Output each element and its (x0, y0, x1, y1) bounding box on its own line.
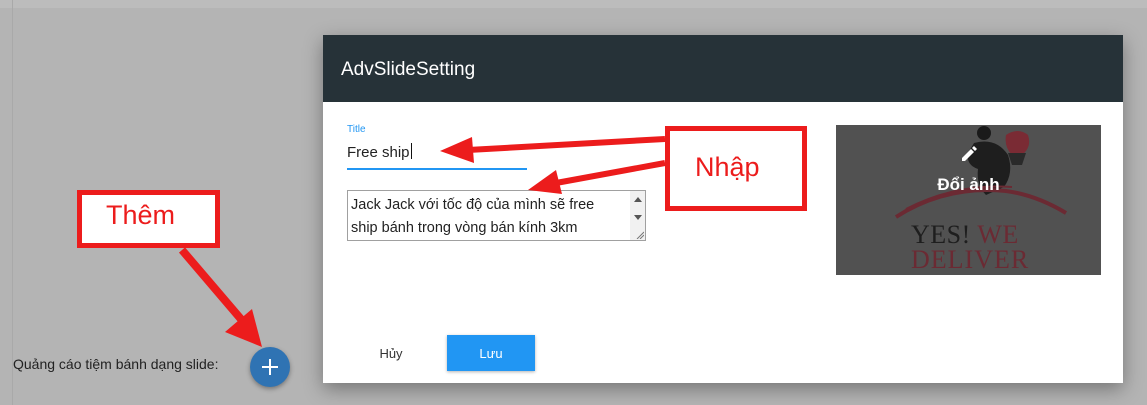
input-arrow-line-1 (467, 136, 666, 153)
add-arrow-head (225, 309, 262, 347)
add-arrow-line (178, 247, 250, 328)
input-arrow-head-1 (440, 137, 474, 163)
input-arrow-line-2 (555, 160, 666, 186)
input-arrow-head-2 (528, 170, 562, 194)
annotation-arrows (178, 136, 666, 347)
